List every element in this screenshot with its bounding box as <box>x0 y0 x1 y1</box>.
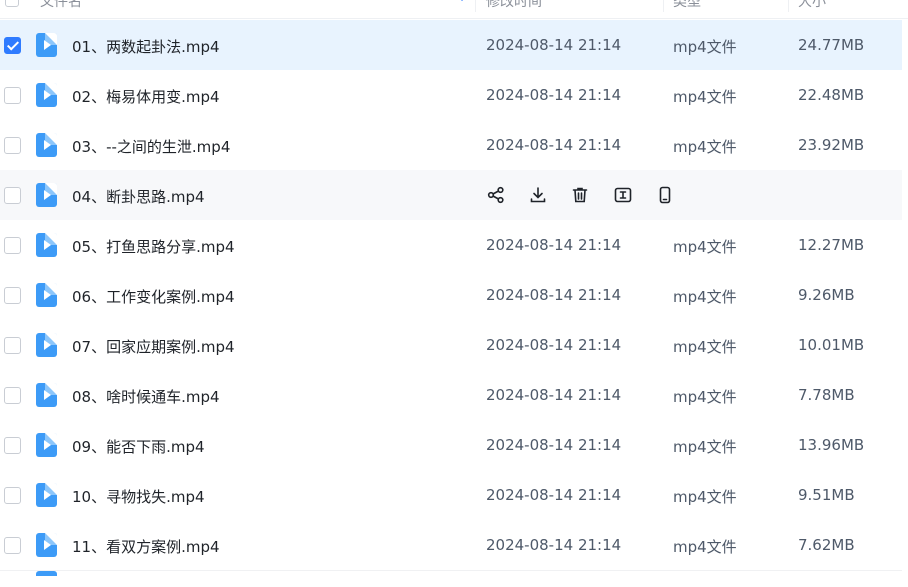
column-header-time[interactable]: 修改时间 <box>486 0 542 11</box>
file-size: 22.48MB <box>798 86 865 104</box>
video-file-icon <box>36 183 57 207</box>
row-checkbox[interactable] <box>4 387 21 404</box>
file-size: 13.96MB <box>798 436 865 454</box>
file-name[interactable]: 01、两数起卦法.mp4 <box>72 36 220 57</box>
file-name[interactable]: 04、断卦思路.mp4 <box>72 186 205 207</box>
download-icon[interactable] <box>528 185 548 205</box>
rename-icon[interactable] <box>613 185 633 205</box>
file-row[interactable]: 09、能否下雨.mp4 2024-08-14 21:14 mp4文件 13.96MB <box>0 420 902 470</box>
file-size: 7.78MB <box>798 386 855 404</box>
file-size: 7.62MB <box>798 536 855 554</box>
video-file-icon <box>36 333 57 357</box>
row-checkbox[interactable] <box>4 537 21 554</box>
file-modified-time: 2024-08-14 21:14 <box>486 436 622 454</box>
row-checkbox[interactable] <box>4 137 21 154</box>
mobile-icon[interactable] <box>655 185 675 205</box>
file-name[interactable]: 02、梅易体用变.mp4 <box>72 86 220 107</box>
share-icon[interactable] <box>486 185 506 205</box>
video-file-icon <box>36 383 57 407</box>
file-name[interactable]: 07、回家应期案例.mp4 <box>72 336 235 357</box>
file-row[interactable]: 01、两数起卦法.mp4 2024-08-14 21:14 mp4文件 24.77MB <box>0 20 902 70</box>
file-size: 24.77MB <box>798 36 865 54</box>
file-row-partial[interactable] <box>0 570 902 583</box>
file-modified-time: 2024-08-14 21:14 <box>486 36 622 54</box>
row-checkbox[interactable] <box>4 287 21 304</box>
column-divider[interactable] <box>663 0 664 12</box>
file-type: mp4文件 <box>673 488 737 506</box>
file-type: mp4文件 <box>673 338 737 356</box>
row-checkbox[interactable] <box>4 337 21 354</box>
file-type: mp4文件 <box>673 538 737 556</box>
row-checkbox[interactable] <box>4 37 21 54</box>
column-divider[interactable] <box>475 0 476 12</box>
file-type: mp4文件 <box>673 438 737 456</box>
row-checkbox[interactable] <box>4 487 21 504</box>
file-name[interactable]: 09、能否下雨.mp4 <box>72 436 205 457</box>
file-name[interactable]: 08、啥时候通车.mp4 <box>72 386 220 407</box>
video-file-icon <box>36 83 57 107</box>
file-size: 9.51MB <box>798 486 855 504</box>
file-name[interactable]: 10、寻物找失.mp4 <box>72 486 205 507</box>
video-file-icon <box>36 133 57 157</box>
file-row[interactable]: 03、--之间的生泄.mp4 2024-08-14 21:14 mp4文件 23.92… <box>0 120 902 170</box>
video-file-icon <box>36 233 57 257</box>
file-modified-time: 2024-08-14 21:14 <box>486 336 622 354</box>
file-modified-time: 2024-08-14 21:14 <box>486 136 622 154</box>
row-checkbox[interactable] <box>4 237 21 254</box>
file-row[interactable]: 11、看双方案例.mp4 2024-08-14 21:14 mp4文件 7.62MB <box>0 520 902 570</box>
video-file-icon <box>36 433 57 457</box>
file-row[interactable]: 02、梅易体用变.mp4 2024-08-14 21:14 mp4文件 22.48MB <box>0 70 902 120</box>
file-type: mp4文件 <box>673 138 737 156</box>
file-size: 23.92MB <box>798 136 865 154</box>
file-type: mp4文件 <box>673 238 737 256</box>
file-row[interactable]: 06、工作变化案例.mp4 2024-08-14 21:14 mp4文件 9.26MB <box>0 270 902 320</box>
video-file-icon <box>36 571 57 576</box>
file-row[interactable]: 04、断卦思路.mp4 <box>0 170 902 220</box>
file-list: 01、两数起卦法.mp4 2024-08-14 21:14 mp4文件 24.77MB… <box>0 20 908 583</box>
video-file-icon <box>36 533 57 557</box>
video-file-icon <box>36 33 57 57</box>
file-list-header: 文件名 ↑ 修改时间 类型 大小 <box>0 0 908 19</box>
column-header-name[interactable]: 文件名 <box>40 0 82 11</box>
row-checkbox[interactable] <box>4 87 21 104</box>
file-name[interactable]: 03、--之间的生泄.mp4 <box>72 136 230 157</box>
video-file-icon <box>36 483 57 507</box>
file-type: mp4文件 <box>673 288 737 306</box>
column-header-type[interactable]: 类型 <box>673 0 701 11</box>
file-modified-time: 2024-08-14 21:14 <box>486 386 622 404</box>
file-size: 9.26MB <box>798 286 855 304</box>
column-header-size[interactable]: 大小 <box>798 0 826 11</box>
file-modified-time: 2024-08-14 21:14 <box>486 286 622 304</box>
row-checkbox[interactable] <box>4 187 21 204</box>
file-name[interactable]: 06、工作变化案例.mp4 <box>72 286 235 307</box>
column-divider[interactable] <box>788 0 789 12</box>
file-row[interactable]: 08、啥时候通车.mp4 2024-08-14 21:14 mp4文件 7.78MB <box>0 370 902 420</box>
file-name[interactable]: 11、看双方案例.mp4 <box>72 536 220 557</box>
file-name[interactable]: 05、打鱼思路分享.mp4 <box>72 236 235 257</box>
row-checkbox[interactable] <box>4 437 21 454</box>
file-type: mp4文件 <box>673 388 737 406</box>
sort-ascending-icon[interactable]: ↑ <box>457 0 467 4</box>
file-row[interactable]: 05、打鱼思路分享.mp4 2024-08-14 21:14 mp4文件 12.27M… <box>0 220 902 270</box>
file-row[interactable]: 07、回家应期案例.mp4 2024-08-14 21:14 mp4文件 10.01M… <box>0 320 902 370</box>
video-file-icon <box>36 283 57 307</box>
file-type: mp4文件 <box>673 88 737 106</box>
trash-icon[interactable] <box>570 185 590 205</box>
file-row[interactable]: 10、寻物找失.mp4 2024-08-14 21:14 mp4文件 9.51MB <box>0 470 902 520</box>
file-type: mp4文件 <box>673 38 737 56</box>
file-modified-time: 2024-08-14 21:14 <box>486 536 622 554</box>
file-size: 12.27MB <box>798 236 865 254</box>
select-all-checkbox[interactable] <box>5 0 19 7</box>
file-modified-time: 2024-08-14 21:14 <box>486 486 622 504</box>
file-modified-time: 2024-08-14 21:14 <box>486 236 622 254</box>
file-size: 10.01MB <box>798 336 865 354</box>
file-modified-time: 2024-08-14 21:14 <box>486 86 622 104</box>
